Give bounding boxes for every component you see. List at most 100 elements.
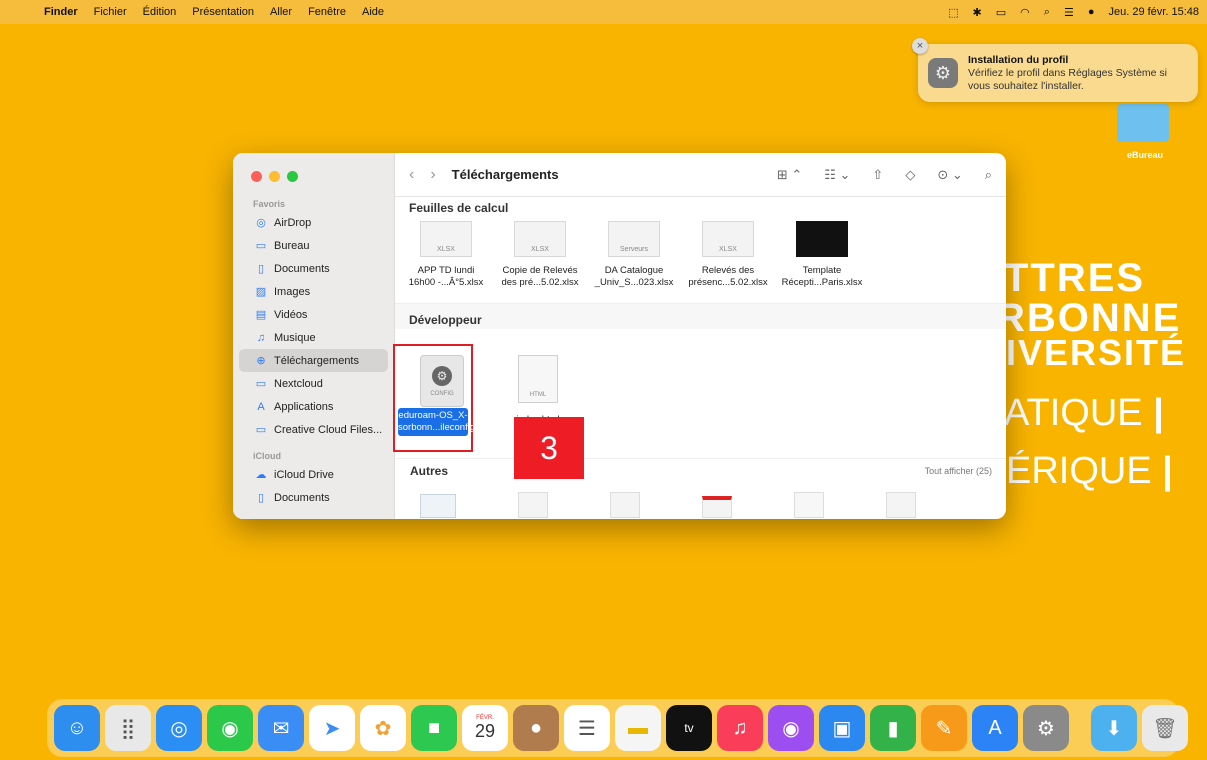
sidebar-item-images[interactable]: ▨ Images	[239, 280, 388, 303]
html-file-icon[interactable]: HTML	[518, 355, 558, 403]
sidebar-item-icloud-documents[interactable]: ▯ Documents	[239, 486, 388, 509]
spotlight-search-icon[interactable]: ⌕	[1044, 6, 1050, 19]
file-thumbnail[interactable]	[420, 494, 456, 518]
screen-mirror-icon[interactable]: ⬚	[948, 6, 958, 19]
safari-icon[interactable]: ◎	[156, 705, 202, 751]
desktop-folder-icon[interactable]	[1117, 104, 1169, 142]
downloads-folder-icon[interactable]: ⬇	[1091, 705, 1137, 751]
file-item[interactable]: XLSX Relevés des présenc...5.02.xlsx	[681, 221, 775, 289]
system-settings-icon[interactable]: ⚙	[1023, 705, 1069, 751]
zoom-window-button[interactable]	[287, 170, 298, 182]
sidebar-section-favoris: Favoris	[253, 199, 286, 209]
notification-close-icon[interactable]: ×	[912, 38, 928, 54]
sidebar-item-videos[interactable]: ▤ Vidéos	[239, 303, 388, 326]
view-mode-icon[interactable]: ⊞ ⌃	[777, 167, 802, 183]
file-name: Template Récepti...Paris.xlsx	[781, 265, 863, 288]
app-store-icon[interactable]: A	[972, 705, 1018, 751]
sidebar-item-bureau[interactable]: ▭ Bureau	[239, 234, 388, 257]
menu-fenetre[interactable]: Fenêtre	[300, 6, 354, 18]
show-all-link[interactable]: Tout afficher (25)	[925, 466, 992, 476]
music-app-icon[interactable]: ♫	[717, 705, 763, 751]
share-icon[interactable]: ⇧	[872, 167, 883, 183]
control-center-icon[interactable]: ☰	[1064, 6, 1074, 19]
sidebar-item-musique[interactable]: ♫ Musique	[239, 326, 388, 349]
menu-edition[interactable]: Édition	[135, 6, 185, 18]
calendar-icon[interactable]: FÉVR. 29	[462, 705, 508, 751]
maps-icon[interactable]: ➤	[309, 705, 355, 751]
section-others-title: Autres	[410, 463, 449, 478]
xlsx-thumbnail: Serveurs	[608, 221, 660, 257]
menu-aide[interactable]: Aide	[354, 6, 392, 18]
menu-presentation[interactable]: Présentation	[184, 6, 262, 18]
sidebar-item-label: iCloud Drive	[274, 468, 334, 481]
menu-aller[interactable]: Aller	[262, 6, 300, 18]
messages-icon[interactable]: ◉	[207, 705, 253, 751]
file-item[interactable]: XLSX Copie de Relevés des pré...5.02.xlsx	[493, 221, 587, 289]
notification-banner[interactable]: × ⚙ Installation du profil Vérifiez le p…	[912, 38, 1198, 102]
file-thumbnail[interactable]	[518, 492, 548, 518]
reminders-icon[interactable]: ☰	[564, 705, 610, 751]
sidebar-item-icloud-drive[interactable]: ☁ iCloud Drive	[239, 463, 388, 486]
sidebar-item-telechargements[interactable]: ⊕ Téléchargements	[239, 349, 388, 372]
music-icon: ♫	[256, 331, 266, 344]
numbers-icon[interactable]: ▮	[870, 705, 916, 751]
sidebar-item-nextcloud[interactable]: ▭ Nextcloud	[239, 372, 388, 395]
file-item[interactable]: XLSX APP TD lundi 16h00 -...Â°5.xlsx	[399, 221, 493, 289]
forward-chevron-icon[interactable]: ›	[430, 166, 435, 184]
file-item[interactable]: Template Récepti...Paris.xlsx	[775, 221, 869, 289]
file-thumbnail[interactable]	[702, 496, 732, 518]
close-window-button[interactable]	[251, 170, 262, 182]
tag-icon[interactable]: ◇	[905, 167, 915, 183]
folder-icon: ▭	[255, 424, 267, 436]
sidebar-item-label: Téléchargements	[274, 354, 359, 367]
notes-icon[interactable]: ▬	[615, 705, 661, 751]
sidebar-item-airdrop[interactable]: ◎ AirDrop	[239, 211, 388, 234]
siri-icon[interactable]: ●	[1088, 6, 1095, 18]
sidebar-item-documents[interactable]: ▯ Documents	[239, 257, 388, 280]
config-file-name[interactable]: eduroam-OS_X-sorbonn...ileconfig	[398, 408, 475, 436]
pages-icon[interactable]: ✎	[921, 705, 967, 751]
notification-text: Installation du profil Vérifiez le profi…	[968, 54, 1188, 93]
trash-icon[interactable]: 🗑	[1142, 705, 1188, 751]
menu-fichier[interactable]: Fichier	[86, 6, 135, 18]
file-name: APP TD lundi 16h00 -...Â°5.xlsx	[408, 265, 484, 288]
more-actions-icon[interactable]: ⊙ ⌄	[937, 167, 962, 183]
file-thumbnail[interactable]	[610, 492, 640, 518]
bluetooth-icon[interactable]: ✱	[973, 6, 982, 19]
launchpad-icon[interactable]: ⣿	[105, 705, 151, 751]
xlsx-thumbnail	[796, 221, 848, 257]
minimize-window-button[interactable]	[269, 170, 280, 182]
podcasts-icon[interactable]: ◉	[768, 705, 814, 751]
search-icon[interactable]: ⌕	[985, 167, 992, 183]
step-number-badge: 3	[514, 417, 584, 479]
photos-icon[interactable]: ✿	[360, 705, 406, 751]
group-by-icon[interactable]: ☷ ⌄	[824, 167, 850, 183]
apple-tv-icon[interactable]: tv	[666, 705, 712, 751]
mail-icon[interactable]: ✉	[258, 705, 304, 751]
xlsx-thumbnail: XLSX	[702, 221, 754, 257]
gear-icon: ⚙	[432, 365, 452, 386]
menu-finder[interactable]: Finder	[36, 6, 86, 18]
facetime-icon[interactable]: ■	[411, 705, 457, 751]
desktop-folder-label[interactable]: eBureau	[1110, 150, 1180, 160]
spreadsheet-grid: XLSX APP TD lundi 16h00 -...Â°5.xlsx XLSX…	[395, 215, 1006, 289]
sidebar-item-creative-cloud[interactable]: ▭ Creative Cloud Files...	[239, 418, 388, 441]
document-icon: ▯	[257, 492, 265, 504]
file-thumbnail[interactable]	[886, 492, 916, 518]
battery-icon[interactable]: ▭	[996, 6, 1006, 19]
file-item[interactable]: Serveurs DA Catalogue _Univ_S...023.xlsx	[587, 221, 681, 289]
finder-icon[interactable]: ☺	[54, 705, 100, 751]
sidebar-item-applications[interactable]: A Applications	[239, 395, 388, 418]
back-chevron-icon[interactable]: ‹	[409, 166, 414, 184]
keynote-icon[interactable]: ▣	[819, 705, 865, 751]
finder-toolbar: ‹ › Téléchargements ⊞ ⌃ ☷ ⌄ ⇧ ◇ ⊙ ⌄ ⌕	[395, 153, 1006, 197]
xlsx-thumbnail: XLSX	[420, 221, 472, 257]
config-file-icon[interactable]: ⚙ CONFIG	[420, 355, 464, 407]
cloud-icon: ☁	[255, 469, 267, 481]
wifi-icon[interactable]: ◠	[1020, 6, 1030, 19]
images-icon: ▨	[255, 286, 267, 298]
contacts-icon[interactable]: ●	[513, 705, 559, 751]
menu-bar: Finder Fichier Édition Présentation Alle…	[0, 0, 1207, 24]
menubar-clock[interactable]: Jeu. 29 févr. 15:48	[1108, 6, 1199, 18]
file-thumbnail[interactable]	[794, 492, 824, 518]
